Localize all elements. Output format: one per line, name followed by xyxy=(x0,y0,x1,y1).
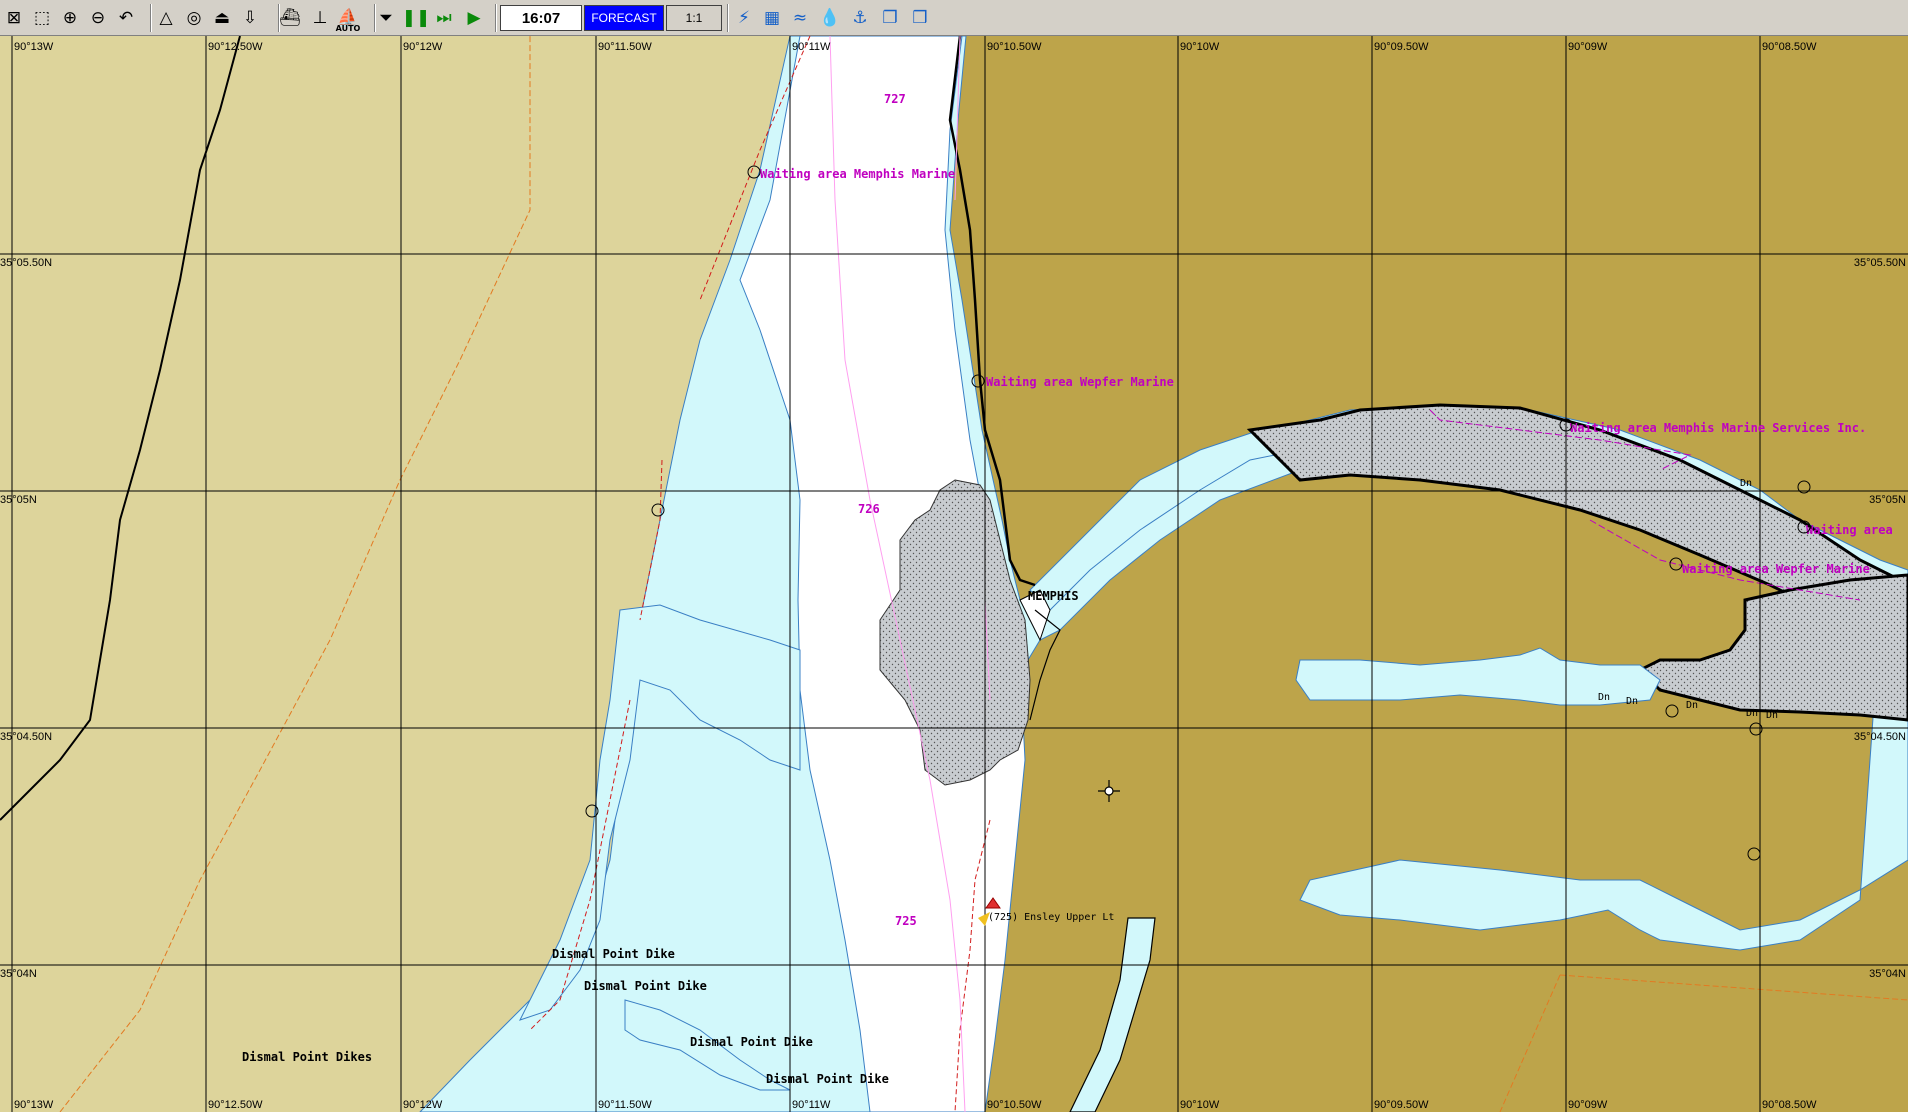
dike-label: Dismal Point Dike xyxy=(766,1072,889,1086)
currents-icon[interactable]: ≈ xyxy=(786,3,814,33)
measure-icon[interactable]: △ xyxy=(152,3,180,33)
export-icon[interactable]: ⏏ xyxy=(208,3,236,33)
dike-label: Dismal Point Dike xyxy=(552,947,675,961)
lon-label: 90°10.50W xyxy=(987,1099,1042,1111)
play-icon[interactable]: ▶ xyxy=(460,3,488,33)
lon-label: 90°11.50W xyxy=(598,41,652,53)
lon-label: 90°09W xyxy=(1568,41,1608,53)
zoom-out-icon[interactable]: ⊖ xyxy=(84,3,112,33)
ensley-light-label: (725) Ensley Upper Lt xyxy=(988,912,1114,923)
lon-label: 90°12W xyxy=(403,41,443,53)
lon-label: 90°10.50W xyxy=(987,41,1042,53)
ship-track-icon[interactable]: ⊥ xyxy=(306,3,334,33)
lon-label: 90°10W xyxy=(1180,41,1220,53)
pause-icon[interactable]: ❚❚ xyxy=(402,3,431,33)
lat-label: 35°05N xyxy=(0,494,37,506)
lon-label: 90°10W xyxy=(1180,1099,1220,1111)
nautical-chart[interactable]: 90°13W 90°12.50W 90°12W 90°11.50W 90°11W… xyxy=(0,36,1908,1112)
layers-icon[interactable]: ⚡ xyxy=(730,3,758,33)
lon-label: 90°09.50W xyxy=(1374,1099,1429,1111)
scale-field[interactable]: 1:1 xyxy=(666,5,722,31)
dn-label: Dn xyxy=(1740,478,1752,489)
lon-label: 90°13W xyxy=(14,41,54,53)
select-area-icon[interactable]: ⬚ xyxy=(28,3,56,33)
lon-label: 90°11W xyxy=(792,41,831,53)
eject-icon[interactable]: ⏷ xyxy=(372,3,400,33)
target-icon[interactable]: ◎ xyxy=(180,3,208,33)
auto-mode-icon[interactable]: ⛵ AUTO xyxy=(334,3,362,33)
lat-label: 35°04.50N xyxy=(1854,731,1906,743)
lon-label: 90°09W xyxy=(1568,1099,1608,1111)
waiting-area-label: Waiting area Wepfer Marine xyxy=(1682,562,1870,576)
lat-label: 35°05.50N xyxy=(1854,257,1906,269)
lat-label: 35°05N xyxy=(1869,494,1906,506)
fast-forward-icon[interactable]: ⏭ xyxy=(430,3,458,33)
lon-label: 90°11W xyxy=(792,1099,831,1111)
toolbar: ⊠ ⬚ ⊕ ⊖ ↶ △ ◎ ⏏ ⇩ ⛴ ⊥ ⛵ AUTO ⏷ ❚❚ ⏭ ▶ ⚡ ▦ ≈ 💧 ⚓ ❐ ❒ 16:07 FOREC… xyxy=(0,0,1908,36)
mile-marker: 726 xyxy=(858,502,880,516)
waiting-area-label: Waiting area Memphis Marine xyxy=(760,167,955,181)
mile-marker: 727 xyxy=(884,92,906,106)
tide-icon[interactable]: ⚓ xyxy=(846,3,874,33)
lon-label: 90°11.50W xyxy=(598,1099,652,1111)
waiting-area-label: Waiting area Wepfer Marine xyxy=(986,375,1174,389)
lon-label: 90°12.50W xyxy=(208,41,263,53)
lon-label: 90°08.50W xyxy=(1762,41,1817,53)
lat-label: 35°04N xyxy=(0,968,37,980)
dn-label: Dn xyxy=(1746,708,1758,719)
dn-label: Dn xyxy=(1598,692,1610,703)
lat-label: 35°04N xyxy=(1869,968,1906,980)
close-chart-icon[interactable]: ⊠ xyxy=(0,3,28,33)
dikes-label: Dismal Point Dikes xyxy=(242,1050,372,1064)
toolbar-separator xyxy=(374,4,376,32)
toolbar-separator xyxy=(727,4,729,32)
dike-label: Dismal Point Dike xyxy=(584,979,707,993)
vessel-icon[interactable]: ⛴ xyxy=(276,3,304,33)
dn-label: Dn xyxy=(1686,700,1698,711)
lon-label: 90°09.50W xyxy=(1374,41,1429,53)
waiting-area-label: Waiting area Memphis Marine Services Inc… xyxy=(1570,421,1866,435)
toolbar-separator xyxy=(278,4,280,32)
time-field[interactable]: 16:07 xyxy=(500,5,582,31)
lon-label: 90°12W xyxy=(403,1099,443,1111)
toolbar-separator xyxy=(150,4,152,32)
lon-label: 90°13W xyxy=(14,1099,54,1111)
forecast-button[interactable]: FORECAST xyxy=(584,5,664,31)
memphis-label: MEMPHIS xyxy=(1028,589,1079,603)
dike-label: Dismal Point Dike xyxy=(690,1035,813,1049)
undo-view-icon[interactable]: ↶ xyxy=(112,3,140,33)
chart-grid-icon[interactable]: ▦ xyxy=(758,3,786,33)
lat-label: 35°05.50N xyxy=(0,257,52,269)
lon-label: 90°08.50W xyxy=(1762,1099,1817,1111)
dn-label: Dn xyxy=(1766,710,1778,721)
import-icon[interactable]: ⇩ xyxy=(236,3,264,33)
copy-icon[interactable]: ❐ xyxy=(876,3,904,33)
mile-marker: 725 xyxy=(895,914,917,928)
lon-label: 90°12.50W xyxy=(208,1099,263,1111)
zoom-in-icon[interactable]: ⊕ xyxy=(56,3,84,33)
waiting-area-label: Waiting area xyxy=(1806,523,1893,537)
toolbar-separator xyxy=(495,4,497,32)
windows-icon[interactable]: ❒ xyxy=(906,3,934,33)
depth-icon[interactable]: 💧 xyxy=(816,3,844,33)
auto-caption: AUTO xyxy=(335,24,361,33)
dn-label: Dn xyxy=(1626,696,1638,707)
lat-label: 35°04.50N xyxy=(0,731,52,743)
